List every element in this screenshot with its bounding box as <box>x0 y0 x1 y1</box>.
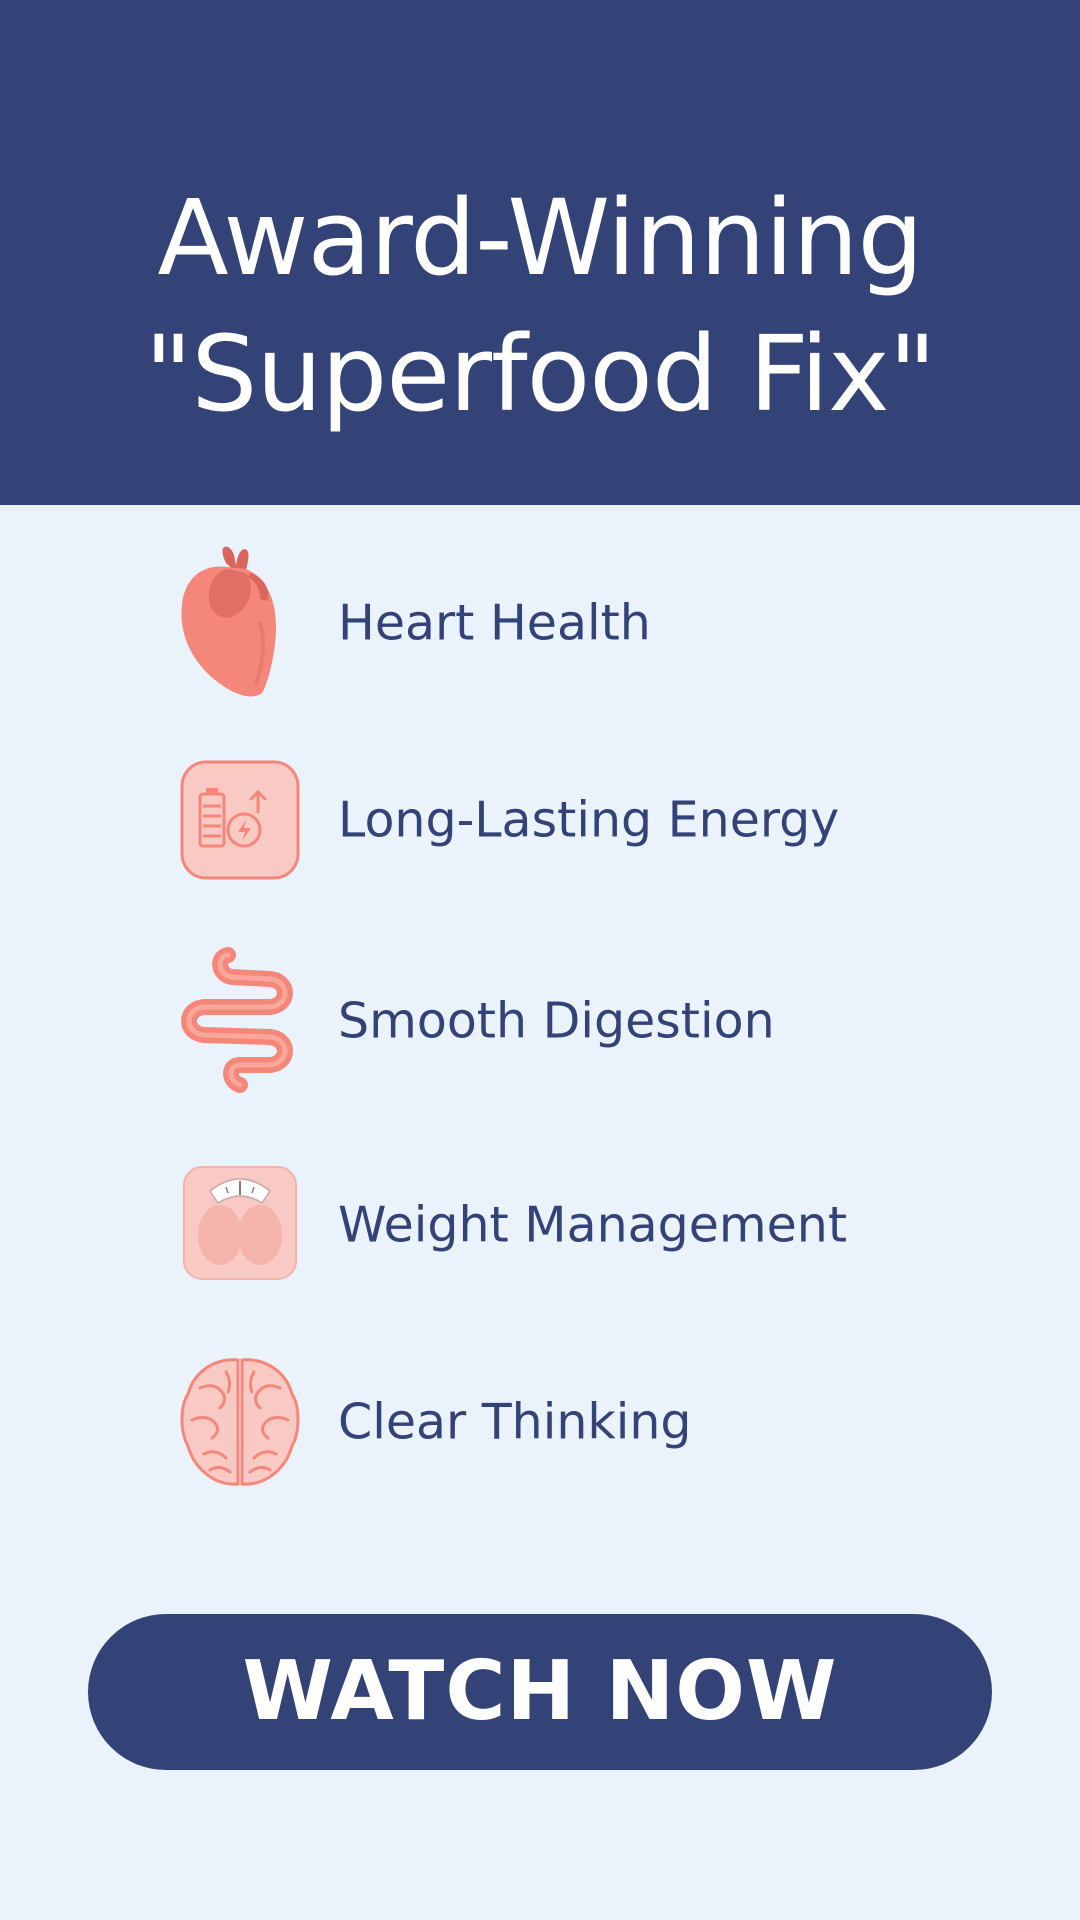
benefit-label-long-lasting-energy: Long-Lasting Energy <box>338 791 840 849</box>
benefit-item-weight-management: Weight Management <box>170 1145 970 1305</box>
benefit-item-smooth-digestion: Smooth Digestion <box>170 941 970 1101</box>
weight-scale-icon <box>170 1145 310 1305</box>
benefit-label-smooth-digestion: Smooth Digestion <box>338 992 775 1050</box>
benefit-label-clear-thinking: Clear Thinking <box>338 1393 692 1451</box>
header-banner: Award-Winning "Superfood Fix" <box>0 0 1080 505</box>
benefit-label-weight-management: Weight Management <box>338 1196 848 1254</box>
page-title-line-2: "Superfood Fix" <box>144 313 937 435</box>
benefit-item-heart-health: Heart Health <box>170 543 970 703</box>
benefit-item-clear-thinking: Clear Thinking <box>170 1342 970 1502</box>
watch-now-label: WATCH NOW <box>242 1644 838 1739</box>
benefit-item-long-lasting-energy: Long-Lasting Energy <box>170 740 970 900</box>
page-title-line-1: Award-Winning <box>157 177 923 299</box>
heart-organ-icon <box>170 543 310 703</box>
watch-now-button[interactable]: WATCH NOW <box>88 1614 992 1770</box>
intestine-icon <box>170 941 310 1101</box>
battery-energy-icon <box>170 740 310 900</box>
benefits-list: Heart Health Long-Lasting Energy Smooth … <box>0 505 1080 1555</box>
benefit-label-heart-health: Heart Health <box>338 594 651 652</box>
brain-icon <box>170 1342 310 1502</box>
